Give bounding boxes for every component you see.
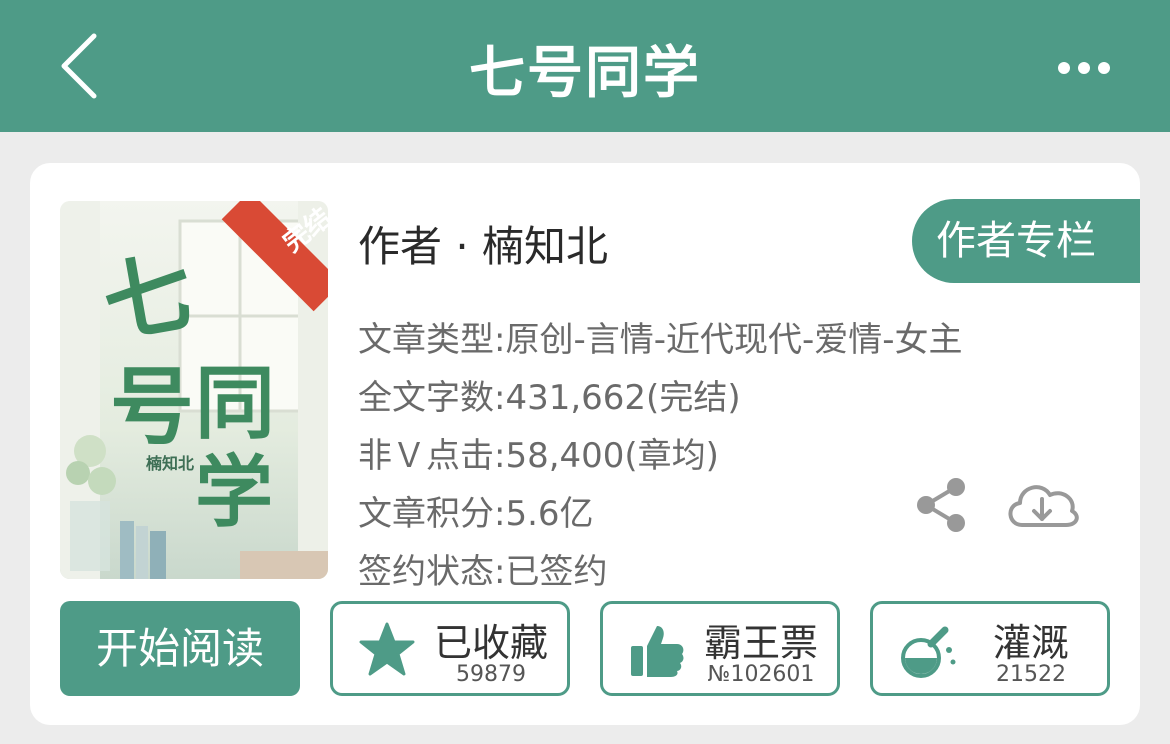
more-button[interactable]: [1055, 55, 1115, 81]
svg-text:号: 号: [110, 357, 194, 456]
page-title: 七号同学: [469, 41, 701, 106]
stat-word-count: 全文字数:431,662(完结): [358, 378, 741, 418]
author-column-button[interactable]: 作者专栏: [912, 199, 1140, 283]
share-button[interactable]: [910, 475, 970, 535]
water-button[interactable]: 灌溉 21522: [870, 601, 1110, 696]
svg-text:同: 同: [195, 356, 275, 450]
cloud-download-icon: [1008, 485, 1079, 527]
cover-author: 楠知北: [145, 454, 194, 473]
top-bar: 七号同学: [0, 0, 1170, 132]
favorite-count: 59879: [456, 662, 526, 687]
vote-label: 霸王票: [703, 621, 818, 665]
more-dots-icon: [1058, 62, 1110, 74]
stat-category: 文章类型:原创-言情-近代现代-爱情-女主: [358, 320, 963, 360]
stat-clicks: 非Ｖ点击:58,400(章均): [358, 436, 719, 476]
vote-button[interactable]: 霸王票 №102601: [600, 601, 840, 696]
favorite-button[interactable]: 已收藏 59879: [330, 601, 570, 696]
watering-flask-icon: [901, 626, 956, 678]
svg-text:学: 学: [195, 447, 273, 538]
stat-contract: 签约状态:已签约: [358, 552, 608, 592]
book-cover[interactable]: 完结 七 号 同 学 楠知北: [60, 201, 328, 579]
start-reading-button[interactable]: 开始阅读: [60, 601, 300, 696]
book-info-card: 完结 七 号 同 学 楠知北 作者 · 楠知北 作者专栏 文章类型:原创-言情-…: [30, 163, 1140, 725]
thumbs-up-icon: [631, 626, 684, 677]
svg-text:七: 七: [96, 239, 201, 357]
water-label: 灌溉: [992, 621, 1069, 665]
vote-count: №102601: [707, 662, 815, 687]
share-icon: [917, 478, 965, 532]
download-button[interactable]: [1002, 475, 1082, 535]
favorite-label: 已收藏: [433, 621, 548, 665]
stat-score: 文章积分:5.6亿: [358, 494, 594, 534]
author-line[interactable]: 作者 · 楠知北: [358, 213, 608, 274]
water-count: 21522: [996, 662, 1066, 687]
star-icon: [359, 622, 415, 676]
book-stats: 文章类型:原创-言情-近代现代-爱情-女主 全文字数:431,662(完结) 非…: [358, 311, 963, 601]
